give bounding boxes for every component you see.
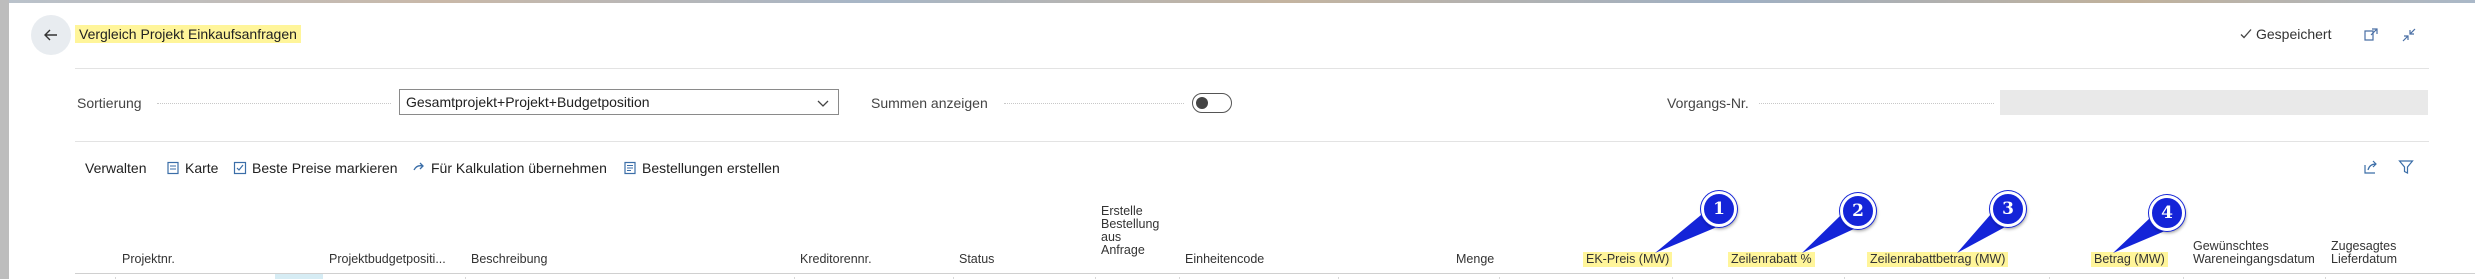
- page-panel: Vergleich Projekt Einkaufsanfragen Gespe…: [9, 3, 2475, 279]
- window-left-edge: [0, 0, 9, 279]
- annotation-arrows: [1655, 214, 2165, 253]
- annotation-badge: 1: [1701, 191, 1737, 227]
- annotation-badge: 2: [1840, 193, 1876, 229]
- annotation-badge: 4: [2149, 195, 2185, 231]
- annotation-badge: 3: [1990, 191, 2026, 227]
